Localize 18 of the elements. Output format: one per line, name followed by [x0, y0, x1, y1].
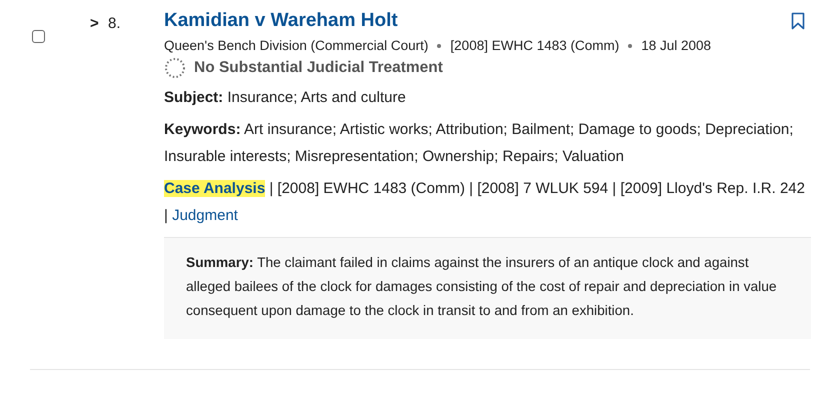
- citation-link[interactable]: Judgment: [172, 207, 238, 224]
- expand-toggle[interactable]: >: [90, 15, 100, 32]
- case-title-link[interactable]: Kamidian v Wareham Holt: [164, 10, 398, 32]
- citation-link[interactable]: Case Analysis: [164, 180, 266, 197]
- citation-line: Case Analysis | [2008] EWHC 1483 (Comm) | [2008] 7 WLUK 594 | [2009] Lloyd's Rep. I.R. 242 | Judgment: [164, 179, 806, 226]
- meta-text: [2008] EWHC 1483 (Comm): [450, 38, 620, 53]
- subject-text: Subject: Insurance; Arts and culture: [164, 88, 407, 108]
- meta-text: Queen's Bench Division (Commercial Court): [164, 38, 428, 53]
- keywords-text: Keywords: Art insurance; Artistic works; Attribution; Bailment; Damage to goods; Depreciation; Insurable interests; Misrepresentation; Ownership; Repairs; Valuation: [164, 120, 794, 167]
- separator-dot: [628, 44, 632, 48]
- bookmark-icon[interactable]: [791, 12, 805, 30]
- checkbox[interactable]: [32, 30, 45, 43]
- summary-text: Summary: The claimant failed in claims against the insurers of an antique clock and against alleged bailees of the clock for damages consisting of the cost of repair and depreciation in value consequent upon damage to the clock in transit to and from an exhibition.: [186, 254, 778, 320]
- treatment-status: No Substantial Judicial Treatment: [194, 59, 443, 77]
- dotted-circle-icon: [164, 57, 186, 79]
- meta-text: 18 Jul 2008: [641, 38, 712, 53]
- separator-dot: [437, 44, 442, 48]
- result-number: 8.: [108, 15, 121, 32]
